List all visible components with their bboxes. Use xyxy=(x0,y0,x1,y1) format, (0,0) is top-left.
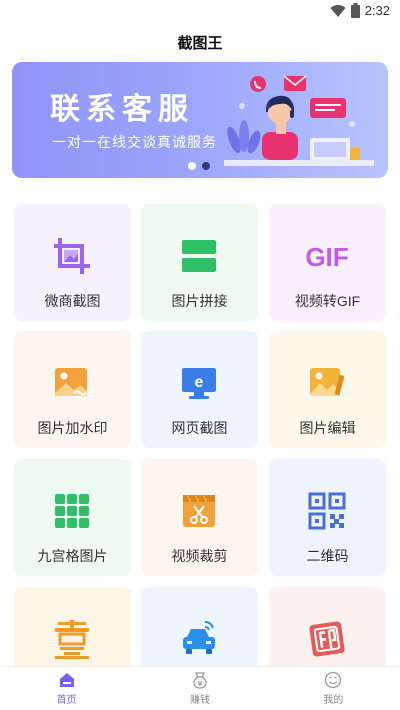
tool-tile-qr-code[interactable]: 二维码 xyxy=(269,459,386,576)
profile-icon xyxy=(325,671,342,689)
page-title: 截图王 xyxy=(177,35,223,52)
yi-char-icon xyxy=(55,620,89,659)
banner-subtitle: 一对一在线交谈真诚服务 xyxy=(52,134,217,150)
gif-icon: GIF xyxy=(305,242,348,272)
nav-item-home[interactable]: 首页 xyxy=(0,667,133,710)
tool-tile-video-crop[interactable]: 视频裁剪 xyxy=(141,459,258,576)
nav-item-earn[interactable]: 赚钱 xyxy=(133,667,266,710)
carousel-dot-2[interactable] xyxy=(202,162,210,170)
tool-tile-nine-grid[interactable]: 九宫格图片 xyxy=(14,459,131,576)
tile-label: 微商截图 xyxy=(44,293,101,309)
banner-title: 联系客服 xyxy=(50,93,194,126)
tile-label: 图片加水印 xyxy=(37,420,108,436)
tool-tile-video-to-gif[interactable]: GIF 视频转GIF xyxy=(269,204,386,321)
tool-tile-webpage-screenshot[interactable]: e 网页截图 xyxy=(141,331,258,448)
home-icon xyxy=(59,673,74,687)
tile-label: 视频转GIF xyxy=(294,293,361,309)
tool-tile-add-watermark[interactable]: 图片加水印 xyxy=(14,331,131,448)
battery-icon xyxy=(350,3,360,18)
tile-label: 网页截图 xyxy=(171,420,228,436)
customer-service-banner[interactable]: 联系客服 一对一在线交谈真诚服务 xyxy=(12,62,388,178)
nav-label: 赚钱 xyxy=(189,695,210,706)
carousel-dot-1[interactable] xyxy=(188,162,196,170)
nav-label: 首页 xyxy=(56,695,77,706)
stack-icon xyxy=(182,240,216,272)
crop-icon xyxy=(54,238,90,274)
tool-grid: 微商截图 图片拼接 GIF 视频转GIF 图片加水印 e 网页截图 图片编辑 九… xyxy=(14,204,386,666)
svg-text:e: e xyxy=(195,374,204,391)
tile-label: 九宫格图片 xyxy=(37,548,108,564)
money-icon xyxy=(193,672,207,689)
carousel-indicator[interactable] xyxy=(188,162,210,170)
tool-tile-car[interactable] xyxy=(141,587,258,666)
watermark-icon xyxy=(55,368,87,401)
car-icon xyxy=(183,621,215,654)
tool-tile-wechat-screenshot[interactable]: 微商截图 xyxy=(14,204,131,321)
wifi-icon xyxy=(330,4,346,17)
status-bar: 2:32 xyxy=(0,0,400,24)
nav-label: 我的 xyxy=(323,695,344,706)
svg-text:GIF: GIF xyxy=(305,242,348,272)
video-cut-icon xyxy=(183,494,215,527)
grid-icon xyxy=(55,494,89,528)
image-edit-icon xyxy=(310,368,345,396)
bottom-navigation: 首页 赚钱 我的 xyxy=(0,666,400,710)
tile-label: 视频裁剪 xyxy=(171,548,228,564)
tool-tile-yi[interactable] xyxy=(14,587,131,666)
tool-tile-stamp[interactable] xyxy=(269,587,386,666)
stamp-icon xyxy=(309,621,345,657)
tool-tile-image-stitch[interactable]: 图片拼接 xyxy=(141,204,258,321)
status-time: 2:32 xyxy=(364,3,390,18)
tile-label: 图片拼接 xyxy=(171,293,228,309)
tool-tile-image-edit[interactable]: 图片编辑 xyxy=(269,331,386,448)
monitor-icon: e xyxy=(182,368,216,399)
tile-label: 图片编辑 xyxy=(299,420,356,436)
customer-service-illustration xyxy=(224,75,374,166)
nav-item-profile[interactable]: 我的 xyxy=(267,667,400,710)
qr-icon xyxy=(308,492,346,530)
tile-label: 二维码 xyxy=(306,548,349,564)
